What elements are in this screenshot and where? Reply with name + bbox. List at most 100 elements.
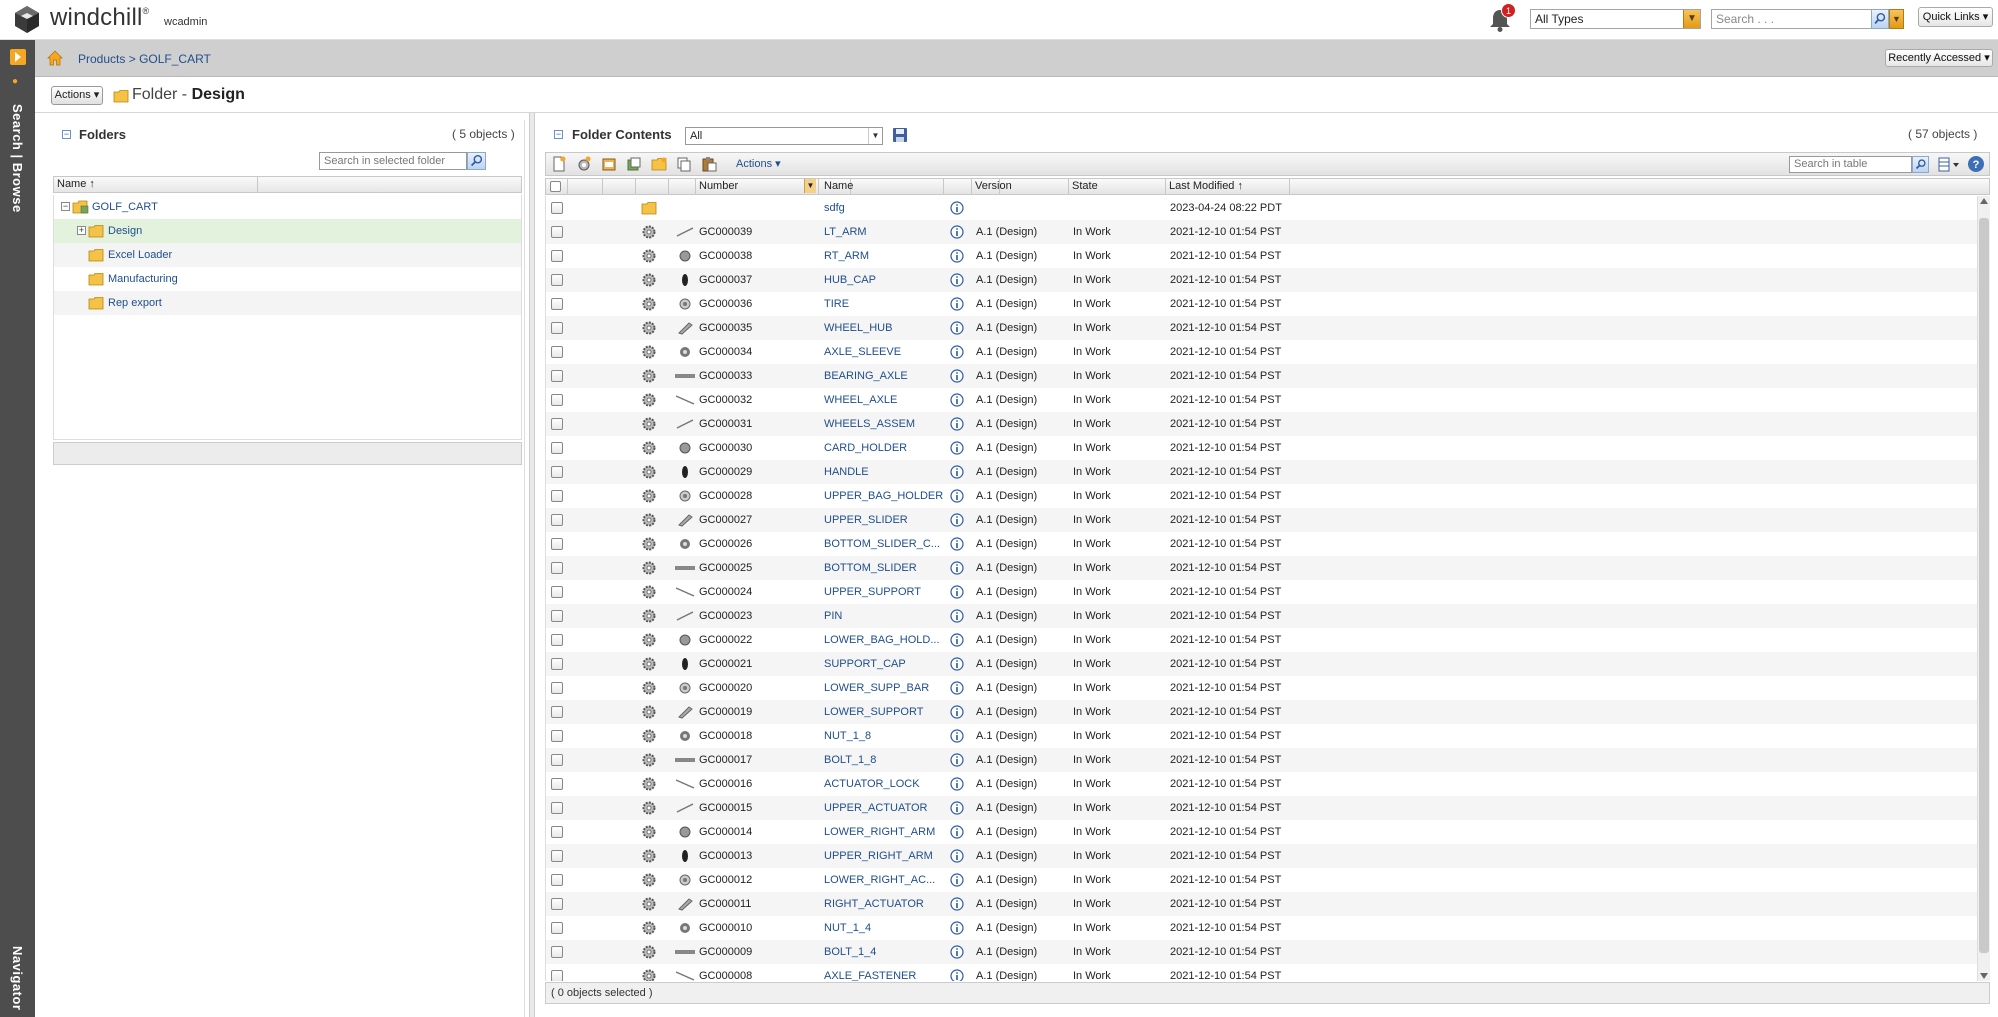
row-select-checkbox[interactable] xyxy=(551,970,563,981)
row-select-checkbox[interactable] xyxy=(551,634,563,646)
part-thumbnail-icon[interactable] xyxy=(673,321,697,335)
info-icon[interactable] xyxy=(950,225,964,239)
table-row[interactable]: sdfg 2023-04-24 08:22 PDT xyxy=(546,196,1977,220)
part-thumbnail-icon[interactable] xyxy=(673,297,697,311)
table-row[interactable]: GC000036 TIRE A.1 (Design) In Work 2021-12-1… xyxy=(546,292,1977,316)
part-thumbnail-icon[interactable] xyxy=(673,249,697,263)
row-select-checkbox[interactable] xyxy=(551,442,563,454)
row-select-checkbox[interactable] xyxy=(551,682,563,694)
table-row[interactable]: GC000037 HUB_CAP A.1 (Design) In Work 2021-1… xyxy=(546,268,1977,292)
table-row[interactable]: GC000029 HANDLE A.1 (Design) In Work 2021-12… xyxy=(546,460,1977,484)
part-thumbnail-icon[interactable] xyxy=(673,753,697,767)
folder-search-input[interactable]: Search in selected folder xyxy=(319,152,467,170)
row-select-checkbox[interactable] xyxy=(551,274,563,286)
info-icon[interactable] xyxy=(950,561,964,575)
row-select-checkbox[interactable] xyxy=(551,466,563,478)
table-row[interactable]: GC000025 BOTTOM_SLIDER A.1 (Design) In Work… xyxy=(546,556,1977,580)
tree-item-excel-loader[interactable]: Excel Loader xyxy=(54,243,521,267)
scrollbar-thumb[interactable] xyxy=(1979,218,1989,953)
part-thumbnail-icon[interactable] xyxy=(673,585,697,599)
part-thumbnail-icon[interactable] xyxy=(673,969,697,981)
thumbnail-column-header[interactable] xyxy=(669,179,696,194)
row-select-checkbox[interactable] xyxy=(551,946,563,958)
row-select-checkbox[interactable] xyxy=(551,922,563,934)
table-view-select[interactable]: All ▼ xyxy=(685,127,883,145)
info-icon[interactable] xyxy=(950,945,964,959)
part-thumbnail-icon[interactable] xyxy=(673,729,697,743)
object-name-link[interactable]: CARD_HOLDER xyxy=(824,442,946,454)
table-row[interactable]: GC000032 WHEEL_AXLE A.1 (Design) In Work 202… xyxy=(546,388,1977,412)
part-thumbnail-icon[interactable] xyxy=(673,897,697,911)
table-row[interactable]: GC000039 LT_ARM A.1 (Design) In Work 2021-12… xyxy=(546,220,1977,244)
info-icon[interactable] xyxy=(950,969,964,981)
part-thumbnail-icon[interactable] xyxy=(673,681,697,695)
part-thumbnail-icon[interactable] xyxy=(673,633,697,647)
table-row[interactable]: GC000019 LOWER_SUPPORT A.1 (Design) In Work… xyxy=(546,700,1977,724)
table-row[interactable]: GC000015 UPPER_ACTUATOR A.1 (Design) In Wor… xyxy=(546,796,1977,820)
row-select-checkbox[interactable] xyxy=(551,370,563,382)
table-row[interactable]: GC000024 UPPER_SUPPORT A.1 (Design) In Work… xyxy=(546,580,1977,604)
part-thumbnail-icon[interactable] xyxy=(673,825,697,839)
object-name-link[interactable]: NUT_1_8 xyxy=(824,730,946,742)
status-column-header[interactable] xyxy=(568,179,603,194)
table-row[interactable]: GC000008 AXLE_FASTENER A.1 (Design) In Work… xyxy=(546,964,1977,981)
object-name-link[interactable]: UPPER_SLIDER xyxy=(824,514,946,526)
info-icon[interactable] xyxy=(950,249,964,263)
type-column-header[interactable] xyxy=(636,179,669,194)
table-row[interactable]: GC000027 UPPER_SLIDER A.1 (Design) In Work 2… xyxy=(546,508,1977,532)
new-folder-icon[interactable] xyxy=(651,156,667,172)
row-select-checkbox[interactable] xyxy=(551,394,563,406)
object-name-link[interactable]: WHEEL_AXLE xyxy=(824,394,946,406)
row-select-checkbox[interactable] xyxy=(551,586,563,598)
table-row[interactable]: GC000018 NUT_1_8 A.1 (Design) In Work 2021-1… xyxy=(546,724,1977,748)
object-name-link[interactable]: WHEELS_ASSEM xyxy=(824,418,946,430)
row-select-checkbox[interactable] xyxy=(551,562,563,574)
table-row[interactable]: GC000013 UPPER_RIGHT_ARM A.1 (Design) In Wo… xyxy=(546,844,1977,868)
object-name-link[interactable]: UPPER_ACTUATOR xyxy=(824,802,946,814)
info-icon[interactable] xyxy=(950,201,964,215)
column-menu-chevron-icon[interactable]: ▼ xyxy=(804,179,816,193)
info-icon[interactable] xyxy=(950,273,964,287)
expand-tree-icon[interactable]: + xyxy=(77,226,86,235)
table-row[interactable]: GC000038 RT_ARM A.1 (Design) In Work 2021-12… xyxy=(546,244,1977,268)
info-icon[interactable] xyxy=(950,393,964,407)
table-row[interactable]: GC000020 LOWER_SUPP_BAR A.1 (Design) In Wor… xyxy=(546,676,1977,700)
windchill-logo-icon[interactable] xyxy=(12,4,42,34)
info-icon[interactable] xyxy=(950,345,964,359)
tree-item-golf-cart[interactable]: − GOLF_CART xyxy=(54,195,521,219)
table-row[interactable]: GC000031 WHEELS_ASSEM A.1 (Design) In Work 2… xyxy=(546,412,1977,436)
part-thumbnail-icon[interactable] xyxy=(673,273,697,287)
info-icon[interactable] xyxy=(950,753,964,767)
table-row[interactable]: GC000021 SUPPORT_CAP A.1 (Design) In Work 20… xyxy=(546,652,1977,676)
row-select-checkbox[interactable] xyxy=(551,706,563,718)
part-thumbnail-icon[interactable] xyxy=(673,393,697,407)
tree-item-design[interactable]: + Design xyxy=(54,219,521,243)
object-name-link[interactable]: BOLT_1_4 xyxy=(824,946,946,958)
table-row[interactable]: GC000010 NUT_1_4 A.1 (Design) In Work 2021-1… xyxy=(546,916,1977,940)
row-select-checkbox[interactable] xyxy=(551,778,563,790)
collapse-folders-icon[interactable]: − xyxy=(62,130,71,139)
new-cad-document-icon[interactable] xyxy=(601,156,617,172)
part-thumbnail-icon[interactable] xyxy=(673,441,697,455)
part-thumbnail-icon[interactable] xyxy=(673,345,697,359)
breadcrumb-products-link[interactable]: Products xyxy=(78,52,125,66)
global-search-input[interactable]: Search . . . xyxy=(1711,9,1872,29)
info-icon[interactable] xyxy=(950,585,964,599)
table-row[interactable]: GC000026 BOTTOM_SLIDER_C... A.1 (Design) In… xyxy=(546,532,1977,556)
row-select-checkbox[interactable] xyxy=(551,874,563,886)
search-options-chevron-icon[interactable]: ▼ xyxy=(1889,9,1904,29)
collapse-tree-icon[interactable]: − xyxy=(61,202,70,211)
panel-splitter[interactable] xyxy=(529,113,535,1017)
object-name-link[interactable]: HANDLE xyxy=(824,466,946,478)
part-thumbnail-icon[interactable] xyxy=(673,945,697,959)
object-name-link[interactable]: RIGHT_ACTUATOR xyxy=(824,898,946,910)
row-select-checkbox[interactable] xyxy=(551,754,563,766)
info-icon[interactable] xyxy=(950,681,964,695)
version-column-header[interactable]: Version xyxy=(972,179,1069,194)
info-icon[interactable] xyxy=(950,297,964,311)
status-column-header-2[interactable] xyxy=(603,179,636,194)
row-select-checkbox[interactable] xyxy=(551,226,563,238)
object-name-link[interactable]: LT_ARM xyxy=(824,226,946,238)
info-icon[interactable] xyxy=(950,729,964,743)
search-icon[interactable] xyxy=(1871,9,1889,29)
